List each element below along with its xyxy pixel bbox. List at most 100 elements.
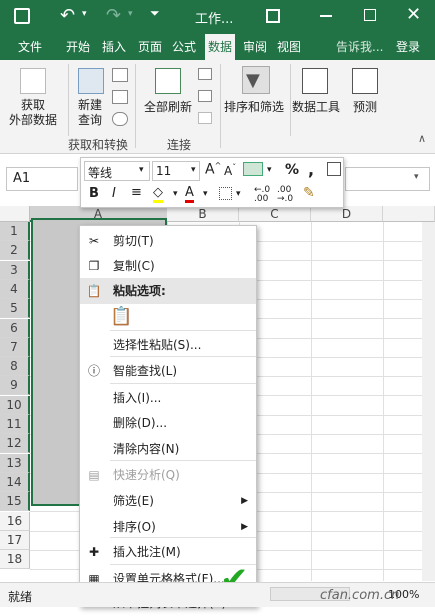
row-header[interactable]: 12 [0,434,30,454]
row-header[interactable]: 15 [0,492,30,512]
font-size-dropdown-icon[interactable]: ▾ [191,165,196,175]
row-header[interactable]: 6 [0,318,30,338]
decrease-font-icon[interactable]: Aˇ [224,163,236,178]
collapse-ribbon-icon[interactable]: ∧ [418,132,426,145]
row-header[interactable]: 11 [0,415,30,434]
context-menu-item-6[interactable]: 删除(D)... [80,410,256,436]
tab-review[interactable]: 审阅 [243,38,267,55]
column-header-b[interactable]: B [167,206,239,222]
format-painter-icon[interactable]: ✎ [303,185,315,201]
row-header[interactable]: 4 [0,279,30,299]
qat-customize-icon[interactable]: ⏷ [150,6,160,21]
context-menu-item-0[interactable]: ✂ 剪切(T) [80,228,256,254]
tab-home[interactable]: 开始 [66,38,90,55]
tab-view[interactable]: 视图 [277,38,301,55]
refresh-all-button[interactable]: 全部刷新 [140,100,196,115]
get-external-data-button[interactable]: 获取 外部数据 [2,98,64,128]
sort-filter-button[interactable]: 排序和筛选 [222,100,286,115]
group-get-transform-label: 获取和转换 [68,138,129,152]
expand-formula-icon[interactable]: ▾ [414,172,419,182]
context-menu-item-5[interactable]: 插入(I)... [80,385,256,411]
context-menu-item-4[interactable]: ⓘ 智能查找(L) [80,358,256,384]
save-icon[interactable] [14,8,30,24]
smart-lookup-icon: ⓘ [87,364,100,378]
align-center-icon[interactable]: ≡ [131,185,142,200]
borders-icon[interactable] [219,187,232,200]
data-tools-button[interactable]: 数据工具 [290,100,342,115]
context-menu-item-3[interactable]: 选择性粘贴(S)... [80,332,256,358]
tell-me-search[interactable]: 告诉我... [336,38,383,55]
context-menu-item-7[interactable]: 清除内容(N) [80,436,256,462]
copy-icon: ❐ [88,259,100,273]
column-header-d[interactable]: D [311,206,383,222]
menu-separator [110,383,256,384]
context-menu-item-2: 📋 粘贴选项: [80,278,256,304]
row-header[interactable]: 3 [0,260,30,280]
column-header-c[interactable]: C [239,206,311,222]
font-name-dropdown-icon[interactable]: ▾ [139,165,144,175]
context-menu-item-8: ▤ 快速分析(Q) [80,462,256,488]
row-header[interactable]: 8 [0,357,30,377]
fill-color-icon[interactable]: ◇ [153,185,163,203]
row-header[interactable]: 17 [0,530,30,550]
context-menu-item-9[interactable]: 筛选(E) ▶ [80,488,256,514]
data-tools-icon [302,68,328,94]
close-icon[interactable]: ✕ [406,4,421,25]
undo-dropdown-icon[interactable]: ▾ [82,9,87,19]
connections-icon[interactable] [198,68,212,80]
row-header[interactable]: 9 [0,376,30,396]
recent-sources-icon[interactable] [112,112,128,126]
row-header[interactable]: 14 [0,472,30,492]
increase-decimal-icon[interactable]: ←.0.00 [254,186,270,204]
row-header[interactable]: 1 [0,222,30,241]
new-query-button[interactable]: 新建 查询 [70,98,110,128]
row-header[interactable]: 5 [0,299,30,319]
tab-insert[interactable]: 插入 [102,38,126,55]
context-menu-label: 插入(I)... [113,391,162,405]
tab-page-layout[interactable]: 页面 [138,38,162,55]
row-header[interactable]: 18 [0,550,30,570]
properties-icon[interactable] [198,90,212,102]
sign-in-link[interactable]: 登录 [396,38,420,55]
row-header[interactable]: 13 [0,453,30,473]
paste-option-icon[interactable]: 📋 [110,306,132,327]
restore-icon[interactable] [364,9,376,21]
font-color-dropdown-icon[interactable]: ▾ [203,189,208,199]
format-painter-table-icon[interactable] [327,162,341,176]
row-header[interactable]: 16 [0,511,30,531]
bold-icon[interactable]: B [89,186,99,201]
accounting-dropdown-icon[interactable]: ▾ [267,165,272,175]
column-header-e[interactable] [383,206,435,222]
scissors-icon: ✂ [88,234,100,248]
minimize-icon[interactable] [320,15,332,17]
ribbon-separator [135,64,136,148]
increase-font-icon[interactable]: A^ [205,161,221,178]
fill-color-dropdown-icon[interactable]: ▾ [173,189,178,199]
row-header[interactable]: 10 [0,395,30,415]
tab-formulas[interactable]: 公式 [172,38,196,55]
accounting-format-icon[interactable] [243,162,263,176]
font-color-icon[interactable]: A [185,185,194,203]
show-queries-icon[interactable] [112,68,128,82]
row-header[interactable]: 2 [0,241,30,261]
percent-style-icon[interactable]: % [285,162,299,178]
forecast-button[interactable]: 预测 [344,100,386,115]
ribbon: 获取 外部数据 新建 查询 获取和转换 全部刷新 连接 ▼ 排序和筛选 数据工具… [0,60,435,154]
comma-style-icon[interactable]: , [308,160,314,179]
row-header[interactable]: 7 [0,337,30,357]
borders-dropdown-icon[interactable]: ▾ [236,189,241,199]
context-menu-item-1[interactable]: ❐ 复制(C) [80,253,256,279]
tab-file[interactable]: 文件 [18,38,42,55]
from-table-icon[interactable] [112,90,128,104]
context-menu-label: 粘贴选项: [113,284,166,298]
italic-icon[interactable]: I [112,186,116,201]
font-size-value: 11 [156,164,172,178]
undo-icon[interactable]: ↶ [60,5,75,26]
select-all-corner[interactable] [0,206,30,222]
vertical-scrollbar[interactable] [422,222,435,581]
decrease-decimal-icon[interactable]: .00 →.0 [277,186,293,204]
ribbon-display-icon[interactable] [266,9,280,23]
name-box[interactable]: A1 [6,167,78,191]
tab-data[interactable]: 数据 [205,34,236,60]
menu-separator [110,356,256,357]
